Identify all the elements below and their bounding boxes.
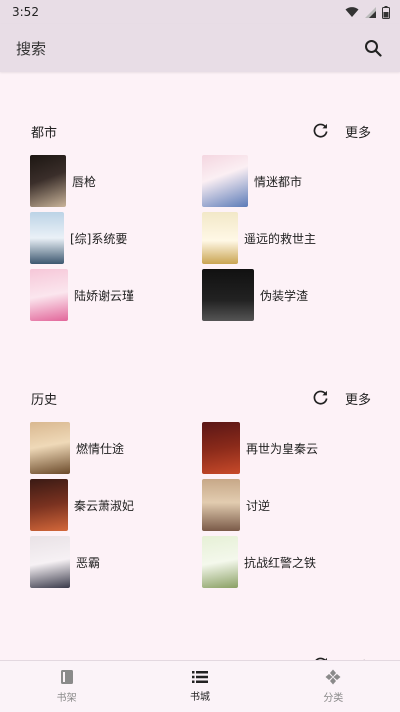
book-cover[interactable] [30, 536, 70, 588]
signal-icon [365, 6, 376, 18]
nav-label[interactable]: 书架 [57, 689, 77, 704]
book-title[interactable]: 燃情仕途 [76, 440, 124, 457]
book-title[interactable]: [综]系统要 [70, 230, 127, 247]
book-item[interactable]: 遥远的救世主 [202, 211, 316, 265]
book-icon [60, 670, 73, 684]
more-button[interactable]: 更多 [345, 122, 371, 141]
book-cover[interactable] [202, 479, 240, 531]
book-item[interactable]: 恶霸 [30, 535, 100, 589]
book-item[interactable]: 伪装学渣 [202, 268, 308, 322]
section-header: 二 更多 [0, 651, 400, 660]
book-item[interactable]: 再世为皇秦云 [202, 421, 318, 475]
nav-label[interactable]: 分类 [323, 689, 343, 704]
nav-bookshelf[interactable]: 书架 [0, 661, 133, 712]
list-icon [191, 671, 208, 683]
book-cover[interactable] [30, 155, 66, 207]
book-cover[interactable] [202, 269, 254, 321]
section-header: 都市 更多 [0, 117, 400, 145]
refresh-button[interactable] [309, 386, 331, 408]
book-title[interactable]: 陆娇谢云瑾 [74, 287, 134, 304]
book-title[interactable]: 遥远的救世主 [244, 230, 316, 247]
section-title: 历史 [31, 392, 58, 408]
book-cover[interactable] [202, 212, 238, 264]
book-title[interactable]: 恶霸 [76, 554, 100, 571]
section-dushi: 都市 更多 唇枪 情迷都市 [综]系统要 遥远的救世主 陆娇谢云瑾 伪装学渣 [0, 117, 400, 327]
refresh-icon[interactable] [312, 389, 329, 406]
more-button[interactable]: 更多 [345, 389, 371, 408]
refresh-button[interactable] [309, 653, 331, 660]
section-partial: 二 更多 [0, 651, 400, 660]
section-title: 都市 [31, 125, 58, 141]
book-cover[interactable] [30, 479, 68, 531]
book-cover[interactable] [30, 212, 64, 264]
book-title[interactable]: 讨逆 [246, 497, 270, 514]
book-title[interactable]: 秦云萧淑妃 [74, 497, 134, 514]
bottom-nav: 书架 书城 分类 [0, 660, 400, 712]
status-bar: 3:52 [0, 0, 400, 24]
bookstore-content[interactable]: 都市 更多 唇枪 情迷都市 [综]系统要 遥远的救世主 陆娇谢云瑾 伪装学渣 历… [0, 72, 400, 660]
book-item[interactable]: 讨逆 [202, 478, 270, 532]
book-title[interactable]: 伪装学渣 [260, 287, 308, 304]
status-time: 3:52 [12, 5, 39, 19]
status-icons [345, 5, 390, 19]
book-cover[interactable] [202, 536, 238, 588]
battery-icon [382, 5, 390, 19]
section-header: 历史 更多 [0, 384, 400, 412]
search-bar[interactable]: 搜索 [0, 24, 400, 72]
book-item[interactable]: 燃情仕途 [30, 421, 124, 475]
book-item[interactable]: 情迷都市 [202, 154, 302, 208]
wifi-icon [345, 7, 359, 17]
refresh-button[interactable] [309, 119, 331, 141]
nav-bookstore[interactable]: 书城 [133, 661, 266, 712]
book-title[interactable]: 再世为皇秦云 [246, 440, 318, 457]
section-lishi: 历史 更多 燃情仕途 再世为皇秦云 秦云萧淑妃 讨逆 恶霸 抗战红警之铁 [0, 384, 400, 594]
search-label[interactable]: 搜索 [16, 38, 46, 59]
refresh-icon[interactable] [312, 122, 329, 139]
book-item[interactable]: [综]系统要 [30, 211, 127, 265]
book-title[interactable]: 抗战红警之铁 [244, 554, 316, 571]
book-cover[interactable] [202, 155, 248, 207]
book-item[interactable]: 抗战红警之铁 [202, 535, 316, 589]
book-cover[interactable] [30, 422, 70, 474]
search-icon[interactable] [364, 39, 382, 57]
book-title[interactable]: 唇枪 [72, 173, 96, 190]
book-title[interactable]: 情迷都市 [254, 173, 302, 190]
book-cover[interactable] [202, 422, 240, 474]
category-icon [325, 669, 341, 685]
book-item[interactable]: 陆娇谢云瑾 [30, 268, 134, 322]
nav-label[interactable]: 书城 [190, 688, 210, 703]
book-item[interactable]: 秦云萧淑妃 [30, 478, 134, 532]
book-item[interactable]: 唇枪 [30, 154, 96, 208]
book-cover[interactable] [30, 269, 68, 321]
nav-category[interactable]: 分类 [267, 661, 400, 712]
